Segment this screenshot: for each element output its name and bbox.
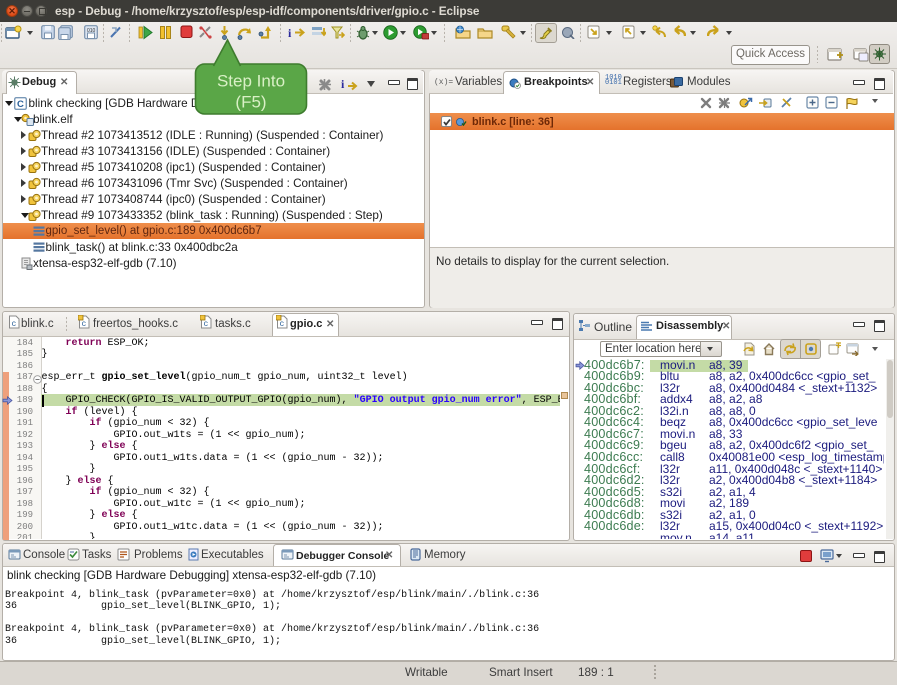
svg-text:c: c <box>204 320 209 329</box>
svg-text:(F5): (F5) <box>235 93 266 112</box>
svg-text:Step Into: Step Into <box>217 72 285 91</box>
svg-text:c: c <box>82 320 87 329</box>
svg-text:C: C <box>17 99 24 110</box>
svg-text:c: c <box>280 320 285 329</box>
svg-text:010: 010 <box>87 28 96 34</box>
svg-text:c: c <box>12 320 17 329</box>
